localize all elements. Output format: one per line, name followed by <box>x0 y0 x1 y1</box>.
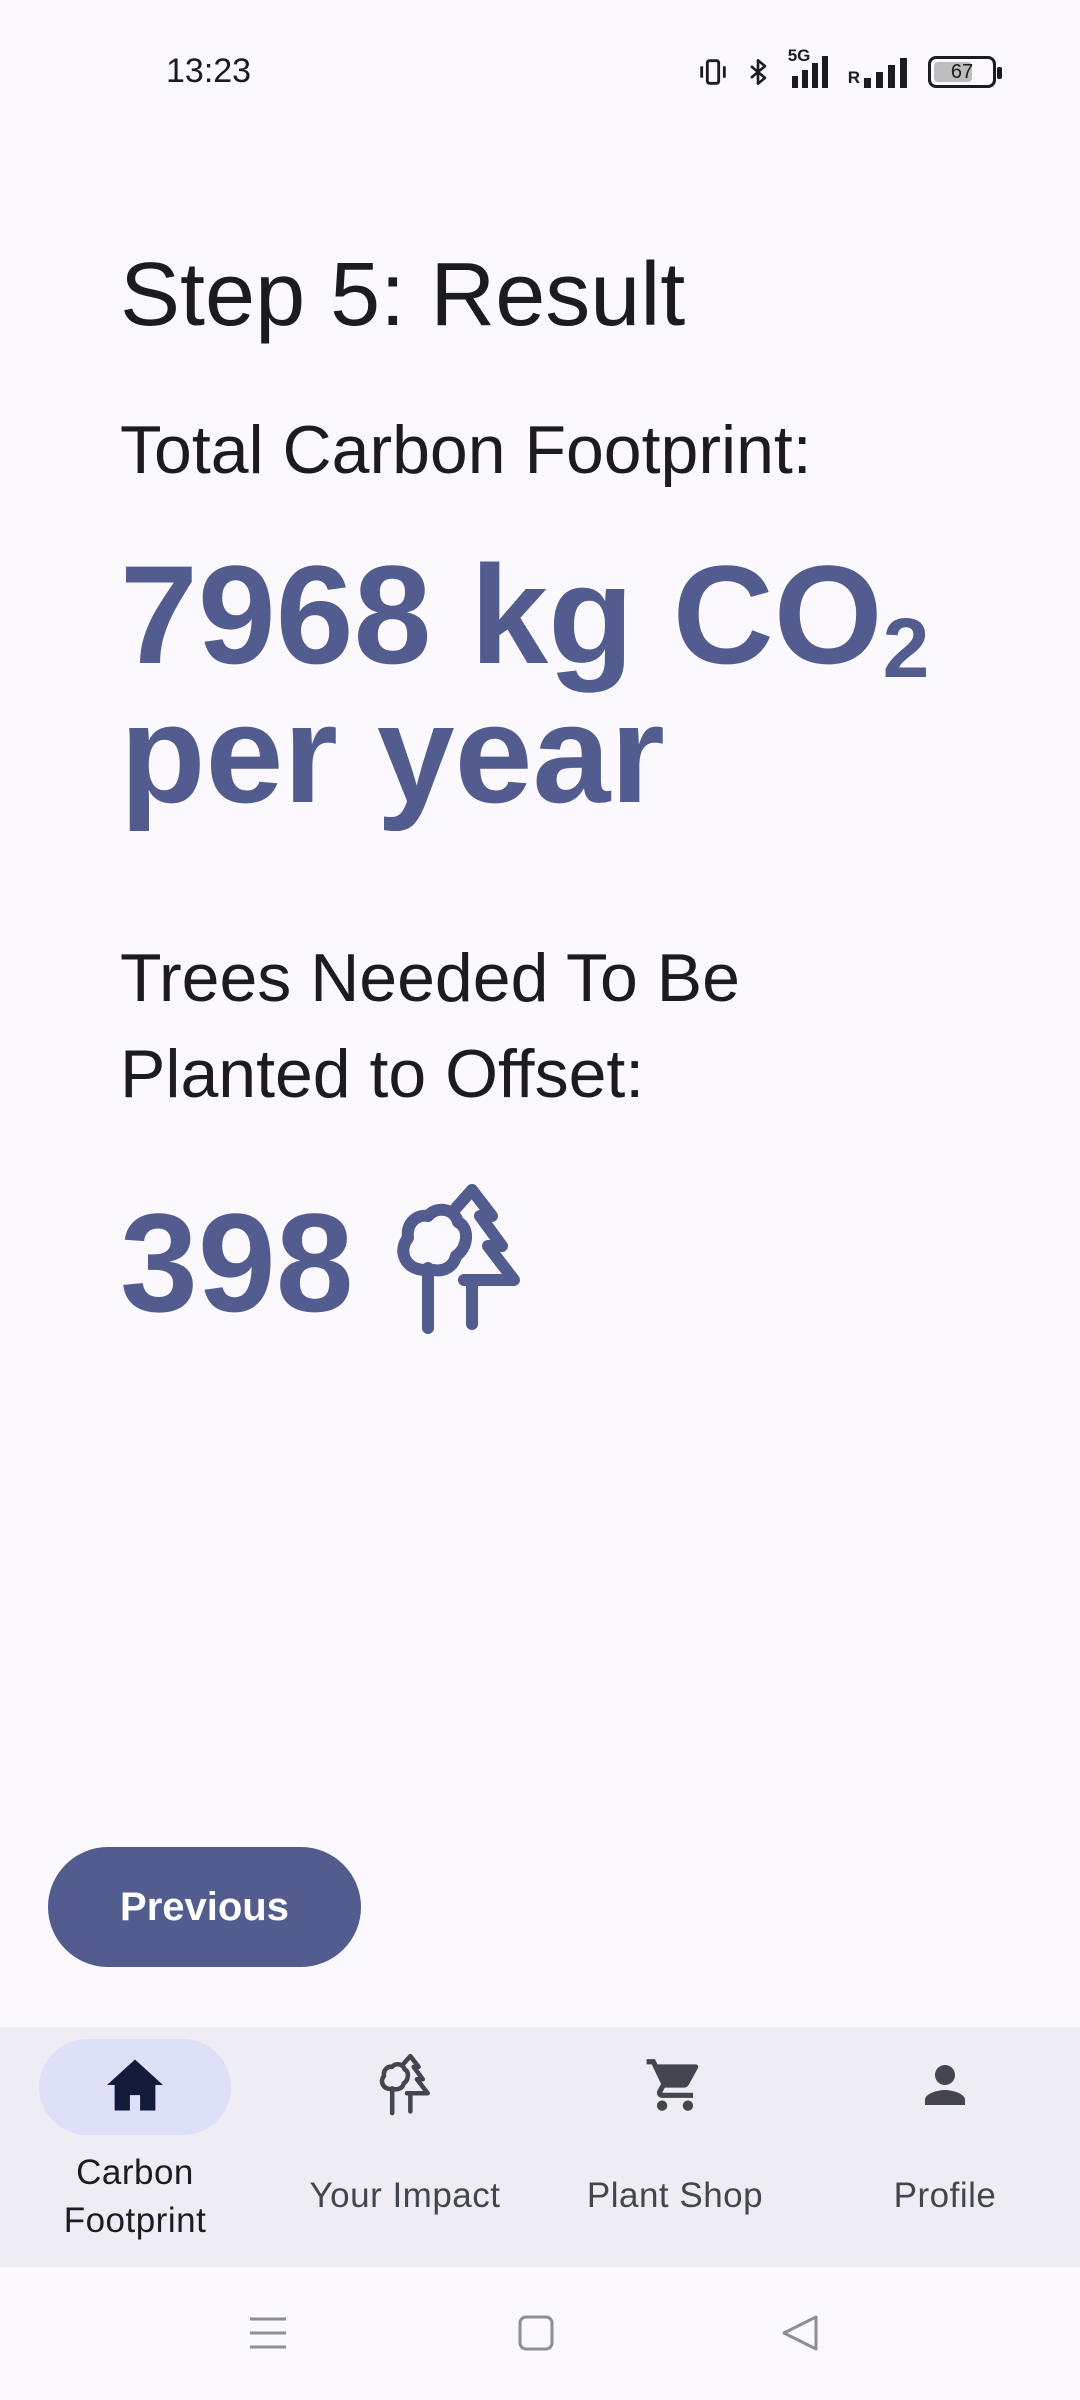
home-square-icon[interactable] <box>516 2311 556 2360</box>
nav-item-profile[interactable]: Profile <box>810 2027 1080 2267</box>
nav-active-indicator <box>39 2039 231 2135</box>
nav-item-plant-shop[interactable]: Plant Shop <box>540 2027 810 2267</box>
nav-label-plant-shop: Plant Shop <box>586 2176 764 2215</box>
footprint-period: per year <box>120 675 665 832</box>
system-nav-bar <box>0 2267 1080 2400</box>
footprint-value: 7968 kg CO2 per year <box>120 545 1060 824</box>
signal-5g-icon: 5G <box>786 46 834 90</box>
total-footprint-label: Total Carbon Footprint: <box>120 412 812 488</box>
trees-icon <box>372 2052 438 2123</box>
nav-item-carbon-footprint[interactable]: Carbon Footprint <box>0 2027 270 2267</box>
battery-level: 67 <box>950 60 974 83</box>
status-bar: 13:23 5G R 67 <box>0 0 1080 145</box>
nav-label-profile: Profile <box>893 2176 997 2215</box>
status-time: 13:23 <box>166 52 252 90</box>
trees-count: 398 <box>120 1183 354 1341</box>
back-icon[interactable] <box>780 2311 820 2360</box>
status-icons: 5G R 67 <box>696 46 1002 94</box>
trees-row: 398 <box>120 1180 534 1345</box>
bluetooth-icon <box>744 55 772 89</box>
nav-item-your-impact[interactable]: Your Impact <box>270 2027 540 2267</box>
nav-label-your-impact: Your Impact <box>309 2176 501 2215</box>
signal-roaming-icon: R <box>848 56 914 88</box>
previous-button[interactable]: Previous <box>48 1847 361 1967</box>
menu-icon[interactable] <box>248 2311 288 2360</box>
trees-icon <box>384 1180 534 1345</box>
bottom-nav: Carbon Footprint Your Impact Plant Shop <box>0 2027 1080 2267</box>
footprint-subscript: 2 <box>882 601 930 695</box>
battery-icon: 67 <box>928 56 1002 88</box>
vibrate-icon <box>696 55 730 89</box>
trees-needed-label: Trees Needed To Be Planted to Offset: <box>120 940 740 1112</box>
footprint-amount: 7968 kg CO <box>120 536 883 693</box>
nav-label-carbon-footprint: Carbon Footprint <box>63 2153 207 2240</box>
cart-icon <box>644 2054 706 2121</box>
page-title: Step 5: Result <box>120 245 686 345</box>
person-icon <box>915 2055 975 2120</box>
home-icon <box>104 2057 166 2118</box>
